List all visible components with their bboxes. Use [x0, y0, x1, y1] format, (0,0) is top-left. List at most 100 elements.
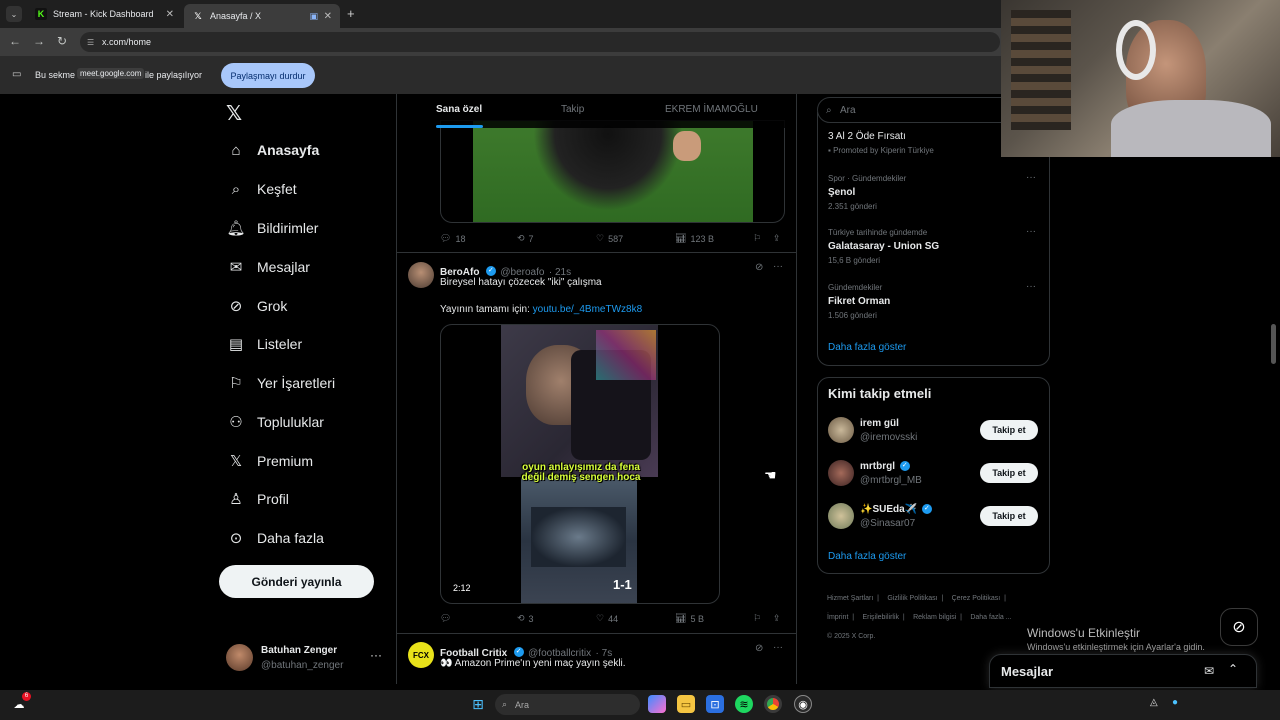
sidebar-item-lists[interactable]: ▤ Listeler	[227, 333, 302, 355]
expand-chevron-icon[interactable]: ⌃	[1228, 662, 1238, 676]
grok-icon: ⊘	[229, 298, 243, 315]
account-switcher[interactable]: Batuhan Zenger @batuhan_zenger ···	[222, 640, 390, 676]
more-icon[interactable]: ···	[1026, 281, 1036, 292]
post-button[interactable]: Gönderi yayınla	[219, 565, 374, 598]
footer-link[interactable]: Çerez Politikası	[952, 595, 1001, 602]
share-button[interactable]: ⇪	[773, 613, 781, 624]
like-button[interactable]: ♡ 44	[596, 613, 618, 624]
more-icon[interactable]: ···	[773, 642, 783, 653]
share-icon: ⇪	[773, 613, 781, 623]
reply-button[interactable]: 💬︎ 18	[440, 233, 465, 244]
footer-link[interactable]: Daha fazla ...	[970, 614, 1011, 621]
column-divider	[396, 94, 397, 684]
mic-icon[interactable]: ●	[1172, 697, 1178, 708]
footer-link[interactable]: İmprint	[827, 614, 848, 621]
sidebar-item-bookmarks[interactable]: ⚐ Yer İşaretleri	[227, 372, 335, 394]
reply-icon: 💬︎	[440, 233, 452, 243]
sidebar-item-premium[interactable]: 𝕏 Premium	[227, 450, 313, 472]
footer-link[interactable]: Hizmet Şartları	[827, 595, 873, 602]
start-icon[interactable]: ⊞	[469, 695, 487, 713]
verified-badge-icon: ✓	[899, 461, 910, 472]
home-icon: ⌂	[231, 141, 241, 159]
follow-button[interactable]: Takip et	[980, 506, 1038, 526]
follow-suggestion[interactable]: irem gül @iremovsski Takip et	[828, 416, 1040, 446]
new-tab-button[interactable]: +	[347, 6, 355, 21]
more-icon[interactable]: ···	[1026, 226, 1036, 237]
like-button[interactable]: ♡ 587	[596, 233, 623, 244]
tweet-media-frame[interactable]	[440, 120, 785, 223]
bookmark-button[interactable]: ⚐	[753, 233, 761, 244]
trend-item[interactable]: Gündemdekiler Fikret Orman 1.506 gönderi…	[828, 281, 1040, 325]
spotify-icon[interactable]: ≋	[735, 695, 753, 713]
close-tab-icon[interactable]: ✕	[166, 9, 174, 20]
site-info-icon[interactable]: ☰	[87, 38, 94, 47]
forward-button[interactable]: →	[33, 34, 45, 48]
retweet-button[interactable]: ⟲ 3	[517, 613, 534, 624]
retweet-button[interactable]: ⟲ 7	[517, 233, 534, 244]
bookmark-button[interactable]: ⚐	[753, 613, 761, 624]
wifi-icon[interactable]: ◬	[1150, 697, 1158, 708]
copilot-icon[interactable]	[648, 695, 666, 713]
follow-button[interactable]: Takip et	[980, 463, 1038, 483]
views-button[interactable]: 📊︎ 5 B	[675, 613, 704, 624]
store-icon[interactable]: ⊡	[706, 695, 724, 713]
sidebar-item-explore[interactable]: ⌕ Keşfet	[227, 178, 297, 200]
trend-item[interactable]: Spor · Gündemdekiler Şenol 2.351 gönderi…	[828, 172, 1040, 216]
views-button[interactable]: 📊︎ 123 B	[675, 233, 714, 244]
promoted-label: ▪ Promoted by Kiperin Türkiye	[828, 146, 934, 155]
share-button[interactable]: ⇪	[773, 233, 781, 244]
footer-link[interactable]: Erişilebilirlik	[862, 614, 899, 621]
avatar[interactable]: FCX	[408, 642, 434, 668]
tab-search-button[interactable]: ⌄	[6, 6, 22, 22]
address-bar[interactable]: ☰ x.com/home	[80, 32, 1000, 52]
chrome-icon[interactable]	[764, 695, 782, 713]
sidebar-item-grok[interactable]: ⊘ Grok	[227, 295, 288, 317]
trend-item[interactable]: Türkiye tarihinde gündemde Galatasaray -…	[828, 226, 1040, 270]
grok-button[interactable]: ⊘	[1220, 608, 1258, 646]
x-logo-icon[interactable]: 𝕏	[226, 101, 242, 126]
follow-show-more[interactable]: Daha fazla göster	[828, 551, 906, 562]
video-player[interactable]: oyun anlayışımız da fena değil demiş sen…	[440, 324, 720, 604]
grok-icon[interactable]: ⊘	[755, 643, 763, 654]
reply-button[interactable]: 💬︎	[440, 613, 455, 624]
sidebar-item-messages[interactable]: ✉ Mesajlar	[227, 256, 310, 278]
avatar[interactable]	[408, 262, 434, 288]
follow-suggestion[interactable]: ✨SUEda✈️ ✓ @Sinasar07 Takip et	[828, 502, 1040, 532]
active-tab-indicator	[436, 125, 483, 128]
sidebar-item-profile[interactable]: ♙ Profil	[227, 488, 289, 510]
file-explorer-icon[interactable]: ▭	[677, 695, 695, 713]
follow-button[interactable]: Takip et	[980, 420, 1038, 440]
close-tab-icon[interactable]: ✕	[324, 11, 332, 22]
tab-following[interactable]: Takip	[561, 104, 584, 115]
footer-link[interactable]: Reklam bilgisi	[913, 614, 956, 621]
more-icon[interactable]: ···	[1026, 172, 1036, 183]
browser-tab-kick[interactable]: K Stream - Kick Dashboard ✕	[27, 4, 182, 24]
sidebar-item-notifications[interactable]: 🔔︎ Bildirimler	[226, 217, 318, 239]
sidebar-item-home[interactable]: ⌂ Anasayfa	[227, 139, 319, 161]
tweet-link[interactable]: youtu.be/_4BmeTWz8k8	[533, 304, 643, 315]
promo-title[interactable]: 3 Al 2 Öde Fırsatı	[828, 131, 906, 142]
sidebar-item-communities[interactable]: ⚇ Topluluklar	[227, 411, 324, 433]
sidebar-item-more[interactable]: ⊙ Daha fazla	[227, 527, 324, 549]
share-suffix: ile paylaşılıyor	[145, 70, 203, 80]
stop-sharing-button[interactable]: Paylaşmayı durdur	[221, 63, 315, 88]
grok-icon[interactable]: ⊘	[755, 262, 763, 273]
obs-icon[interactable]: ◉	[794, 695, 812, 713]
browser-tab-x[interactable]: 𝕏 Anasayfa / X ▣ ✕	[184, 4, 340, 28]
trends-show-more[interactable]: Daha fazla göster	[828, 342, 906, 353]
bookmark-icon: ⚐	[229, 375, 243, 392]
tab-pinned-list[interactable]: EKREM İMAMOĞLU	[665, 104, 758, 115]
back-button[interactable]: ←	[9, 34, 21, 48]
new-message-icon[interactable]: ✉	[1204, 664, 1214, 678]
suggestion-name: ✨SUEda✈️ ✓	[860, 504, 932, 515]
page-scrollbar-thumb[interactable]	[1271, 324, 1276, 364]
tab-for-you[interactable]: Sana özel	[436, 104, 482, 115]
more-icon[interactable]: ···	[773, 261, 783, 272]
taskbar-search-input[interactable]: ⌕ Ara	[495, 694, 640, 715]
reload-button[interactable]: ↻	[57, 34, 67, 48]
footer-link[interactable]: Gizlilik Politikası	[887, 595, 937, 602]
messages-drawer[interactable]: Mesajlar ✉ ⌃	[989, 654, 1257, 688]
grok-icon: ⊘	[1232, 619, 1246, 636]
follow-suggestion[interactable]: mrtbrgl ✓ @mrtbrgl_MB Takip et	[828, 459, 1040, 489]
tweet-link-line: Yayının tamamı için: youtu.be/_4BmeTWz8k…	[440, 304, 643, 315]
